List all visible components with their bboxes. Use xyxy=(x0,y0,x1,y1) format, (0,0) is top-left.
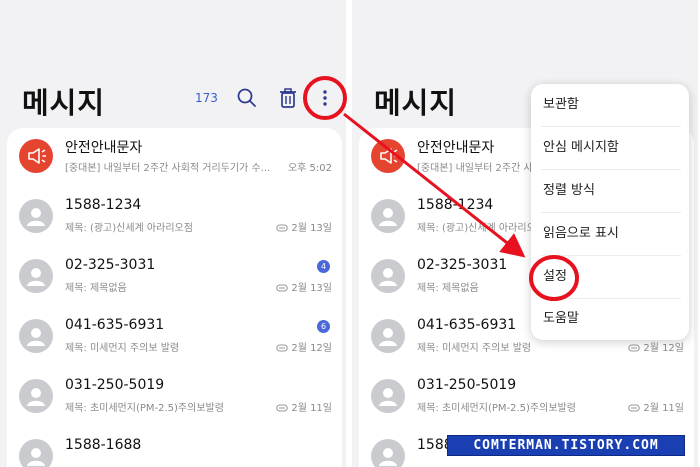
watermark: COMTERMAN.TISTORY.COM xyxy=(447,435,685,456)
annotation-arrow xyxy=(343,112,526,258)
annotation-circle-settings xyxy=(529,255,579,301)
annotation-overlay xyxy=(303,76,579,301)
annotation-circle-more xyxy=(303,76,347,120)
